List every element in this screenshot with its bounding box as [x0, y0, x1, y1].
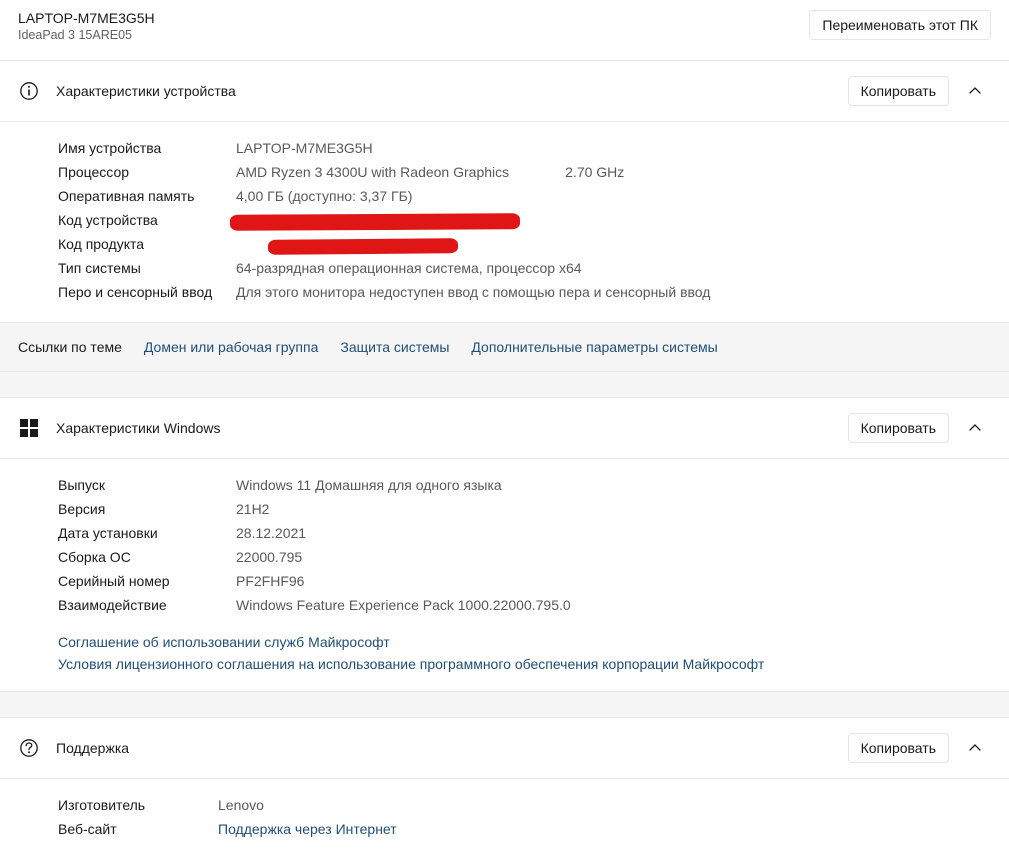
chevron-up-icon [968, 741, 982, 755]
link-ms-terms[interactable]: Соглашение об использовании служб Майкро… [58, 631, 991, 653]
manufacturer-value: Lenovo [218, 797, 264, 813]
device-name-label: Имя устройства [58, 140, 236, 156]
product-id-label: Код продукта [58, 236, 236, 252]
chevron-up-icon [968, 84, 982, 98]
section-spacer [0, 371, 1009, 397]
page-header: LAPTOP-M7ME3G5H IdeaPad 3 15ARE05 Переим… [0, 0, 1009, 60]
serial-number-label: Серийный номер [58, 573, 236, 589]
serial-number-value: PF2FHF96 [236, 573, 304, 589]
edition-label: Выпуск [58, 477, 236, 493]
experience-value: Windows Feature Experience Pack 1000.220… [236, 597, 571, 613]
website-label: Веб-сайт [58, 821, 218, 837]
support-copy-button[interactable]: Копировать [848, 733, 949, 763]
processor-value: AMD Ryzen 3 4300U with Radeon Graphics [236, 164, 509, 180]
link-ms-license[interactable]: Условия лицензионного соглашения на испо… [58, 653, 991, 675]
device-spec-copy-button[interactable]: Копировать [848, 76, 949, 106]
related-links-bar: Ссылки по теме Домен или рабочая группа … [0, 322, 1009, 371]
support-website-link[interactable]: Поддержка через Интернет [218, 821, 397, 837]
windows-spec-header[interactable]: Характеристики Windows Копировать [0, 398, 1009, 459]
experience-label: Взаимодействие [58, 597, 236, 613]
system-type-label: Тип системы [58, 260, 236, 276]
windows-icon [18, 417, 40, 439]
related-link-advanced[interactable]: Дополнительные параметры системы [471, 339, 717, 355]
processor-label: Процессор [58, 164, 236, 180]
system-type-value: 64-разрядная операционная система, проце… [236, 260, 582, 276]
device-name-value: LAPTOP-M7ME3G5H [236, 140, 373, 156]
related-links-title: Ссылки по теме [18, 339, 122, 355]
device-model: IdeaPad 3 15ARE05 [18, 28, 155, 42]
pen-touch-label: Перо и сенсорный ввод [58, 284, 236, 300]
os-build-label: Сборка ОС [58, 549, 236, 565]
install-date-value: 28.12.2021 [236, 525, 306, 541]
edition-value: Windows 11 Домашняя для одного языка [236, 477, 502, 493]
manufacturer-label: Изготовитель [58, 797, 218, 813]
device-name: LAPTOP-M7ME3G5H [18, 10, 155, 26]
version-value: 21H2 [236, 501, 269, 517]
device-id-label: Код устройства [58, 212, 236, 228]
section-spacer [0, 691, 1009, 717]
processor-frequency: 2.70 GHz [565, 164, 624, 180]
pen-touch-value: Для этого монитора недоступен ввод с пом… [236, 284, 710, 300]
info-icon [18, 80, 40, 102]
install-date-label: Дата установки [58, 525, 236, 541]
related-link-system-protection[interactable]: Защита системы [340, 339, 449, 355]
redaction-mark [230, 213, 520, 231]
ram-value: 4,00 ГБ (доступно: 3,37 ГБ) [236, 188, 412, 204]
device-spec-collapse-button[interactable] [959, 75, 991, 107]
device-spec-header[interactable]: Характеристики устройства Копировать [0, 61, 1009, 122]
rename-pc-button[interactable]: Переименовать этот ПК [809, 10, 991, 40]
support-header[interactable]: Поддержка Копировать [0, 718, 1009, 779]
device-spec-section: Характеристики устройства Копировать Имя… [0, 60, 1009, 322]
windows-spec-collapse-button[interactable] [959, 412, 991, 444]
windows-spec-copy-button[interactable]: Копировать [848, 413, 949, 443]
support-title: Поддержка [56, 740, 832, 756]
windows-spec-title: Характеристики Windows [56, 420, 832, 436]
support-collapse-button[interactable] [959, 732, 991, 764]
device-spec-title: Характеристики устройства [56, 83, 832, 99]
support-section: Поддержка Копировать Изготовитель Lenovo… [0, 717, 1009, 849]
version-label: Версия [58, 501, 236, 517]
help-icon [18, 737, 40, 759]
redaction-mark [268, 238, 458, 255]
related-link-domain[interactable]: Домен или рабочая группа [144, 339, 318, 355]
chevron-up-icon [968, 421, 982, 435]
os-build-value: 22000.795 [236, 549, 302, 565]
ram-label: Оперативная память [58, 188, 236, 204]
windows-spec-section: Характеристики Windows Копировать Выпуск… [0, 397, 1009, 691]
